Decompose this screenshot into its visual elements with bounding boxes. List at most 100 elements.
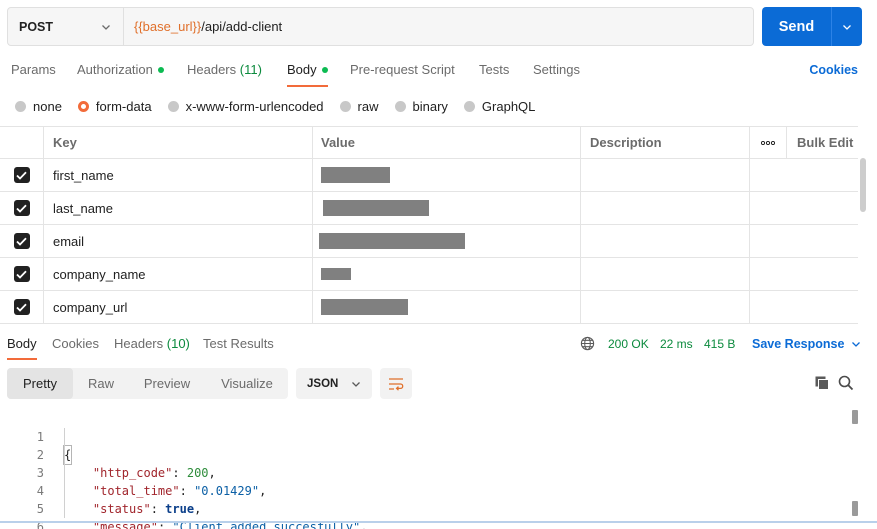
tab-count: (10) [166, 336, 190, 351]
value-cell[interactable] [313, 159, 581, 191]
view-mode-raw[interactable]: Raw [77, 368, 125, 399]
value-cell[interactable] [313, 258, 581, 290]
tab-settings[interactable]: Settings [533, 55, 580, 85]
view-mode-preview[interactable]: Preview [131, 368, 203, 399]
response-tab-headers[interactable]: Headers (10) [114, 332, 190, 356]
radio-icon [463, 100, 475, 112]
response-tabs: Body Cookies Headers (10) Test Results 2… [0, 332, 877, 360]
tab-body[interactable]: Body [287, 55, 328, 87]
response-tab-test-results[interactable]: Test Results [203, 332, 274, 356]
url-input[interactable]: {{base_url}}/api/add-client [124, 8, 753, 45]
response-tab-body[interactable]: Body [7, 332, 37, 360]
checkbox[interactable] [13, 167, 30, 183]
header-description: Description [581, 127, 750, 158]
value-cell[interactable] [313, 192, 581, 224]
description-cell[interactable] [581, 225, 750, 257]
description-cell[interactable] [581, 192, 750, 224]
row-checkbox-cell [0, 159, 44, 191]
radio-icon [15, 100, 26, 112]
code-line: 6 "output": [] [0, 500, 850, 529]
checkbox[interactable] [13, 299, 30, 315]
more-options-button[interactable] [750, 127, 787, 158]
response-size[interactable]: 415 B [704, 332, 735, 356]
tab-authorization[interactable]: Authorization [77, 55, 164, 85]
send-button[interactable]: Send [762, 7, 832, 46]
value-cell[interactable] [313, 291, 581, 323]
code-scrollbar[interactable] [852, 410, 858, 525]
send-dropdown-button[interactable] [832, 7, 862, 46]
response-code-viewer[interactable]: 1 { 2 "http_code": 200, 3 "total_time": … [0, 410, 860, 529]
format-select[interactable]: JSON [296, 368, 372, 399]
response-time[interactable]: 22 ms [660, 332, 693, 356]
bulk-edit-button[interactable]: Bulk Edit [787, 127, 858, 158]
tab-label: Tests [479, 62, 510, 77]
radio-x-www-form-urlencoded[interactable]: x-www-form-urlencoded [167, 99, 324, 114]
radio-icon [167, 100, 179, 112]
radio-form-data[interactable]: form-data [77, 99, 152, 114]
key-cell[interactable]: last_name [44, 192, 313, 224]
radio-raw[interactable]: raw [339, 99, 379, 114]
tab-headers[interactable]: Headers (11) [187, 55, 262, 85]
radio-none[interactable]: none [15, 99, 62, 114]
chevron-down-icon [852, 342, 861, 347]
tab-params[interactable]: Params [11, 55, 56, 85]
code-line: 4 "status": true, [0, 464, 850, 516]
check-icon [16, 270, 27, 279]
line-number: 6 [36, 520, 44, 529]
key-cell[interactable]: first_name [44, 159, 313, 191]
method-label: POST [19, 19, 54, 34]
tab-label: Params [11, 62, 56, 77]
indent-guide [64, 428, 65, 518]
chevron-down-icon [352, 381, 361, 387]
ellipsis-icon [761, 140, 775, 145]
key-cell[interactable]: company_url [44, 291, 313, 323]
code-line: 3 "total_time": "0.01429", [0, 446, 850, 498]
cookies-link[interactable]: Cookies [809, 55, 858, 85]
status-dot-icon [321, 66, 328, 73]
scrollbar-thumb[interactable] [852, 410, 858, 424]
radio-label: binary [412, 98, 448, 114]
tab-label: Pre-request Script [350, 62, 455, 77]
checkbox[interactable] [13, 266, 30, 282]
key-cell[interactable]: company_name [44, 258, 313, 290]
table-row: first_name [0, 159, 858, 192]
url-variable: {{base_url}} [134, 19, 202, 34]
radio-binary[interactable]: binary [394, 98, 448, 114]
format-label: JSON [307, 377, 339, 390]
status-code[interactable]: 200 OK [608, 332, 649, 356]
request-bar: POST {{base_url}}/api/add-client [7, 7, 754, 46]
chevron-down-icon [102, 24, 110, 30]
globe-icon[interactable] [580, 336, 595, 351]
radio-label: GraphQL [481, 98, 536, 114]
value-cell[interactable] [313, 225, 581, 257]
checkbox[interactable] [13, 200, 30, 216]
tab-label: Body [7, 336, 37, 351]
scrollbar-thumb[interactable] [852, 501, 858, 516]
description-cell[interactable] [581, 291, 750, 323]
code-line: 1 { [0, 410, 850, 465]
search-icon [838, 375, 854, 391]
save-response-button[interactable]: Save Response [752, 332, 861, 356]
body-type-radio-group: none form-data x-www-form-urlencoded raw… [15, 96, 551, 116]
view-mode-visualize[interactable]: Visualize [211, 368, 283, 399]
radio-label: none [33, 98, 62, 114]
table-row: last_name [0, 192, 858, 225]
response-tab-cookies[interactable]: Cookies [52, 332, 99, 356]
copy-button[interactable] [813, 374, 831, 392]
save-response-label: Save Response [752, 337, 845, 351]
view-mode-pretty[interactable]: Pretty [7, 368, 73, 399]
table-scrollbar[interactable] [860, 158, 866, 212]
tab-tests[interactable]: Tests [479, 55, 509, 85]
url-path: /api/add-client [201, 19, 283, 34]
description-cell[interactable] [581, 159, 750, 191]
header-value: Value [313, 127, 581, 158]
redacted-value [321, 167, 390, 183]
checkbox[interactable] [13, 233, 30, 249]
key-cell[interactable]: email [44, 225, 313, 257]
radio-graphql[interactable]: GraphQL [463, 98, 536, 114]
tab-pre-request-script[interactable]: Pre-request Script [350, 55, 455, 85]
description-cell[interactable] [581, 258, 750, 290]
wrap-lines-button[interactable] [380, 368, 412, 399]
method-select[interactable]: POST [8, 8, 124, 45]
search-button[interactable] [837, 374, 855, 392]
